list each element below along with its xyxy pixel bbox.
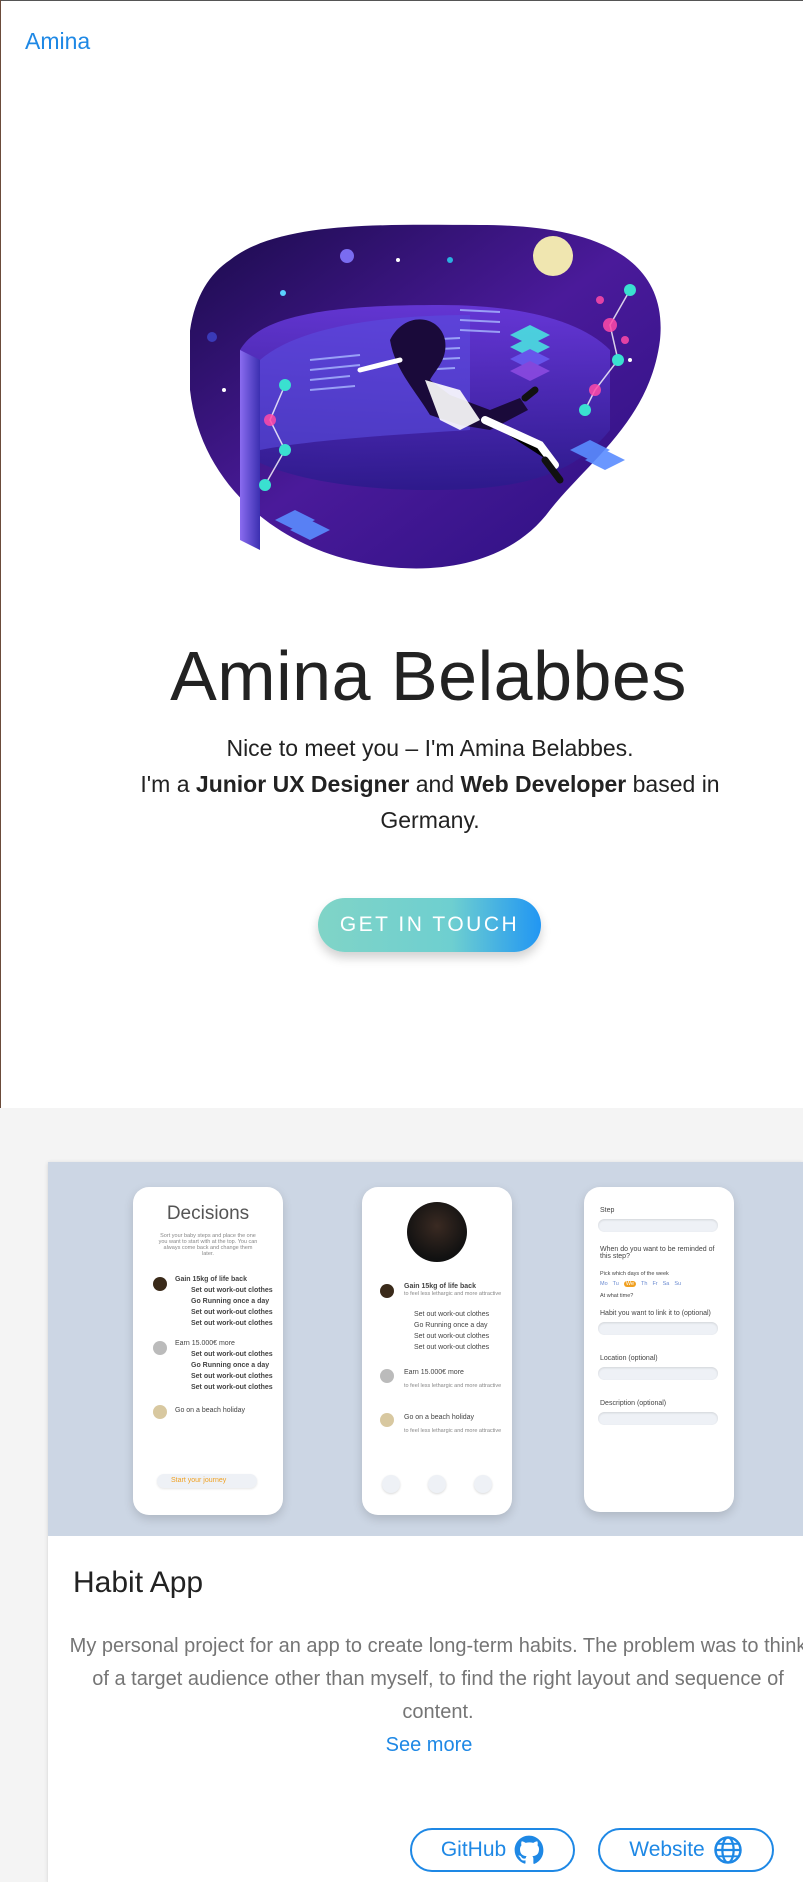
website-label: Website xyxy=(629,1838,705,1861)
menu-icon xyxy=(474,1475,492,1493)
mockup-step: Set out work-out clothes xyxy=(414,1311,490,1318)
mockup-decisions-subtitle: Sort your baby steps and place the one y… xyxy=(158,1233,258,1257)
intro-and: and xyxy=(409,771,461,797)
role-ux: Junior UX Designer xyxy=(195,771,410,797)
mockup-step: Set out work-out clothes xyxy=(191,1373,273,1380)
mockup-screen-decisions: Decisions Sort your baby steps and place… xyxy=(133,1187,283,1515)
mockup-step-label: Step xyxy=(600,1207,615,1214)
mockup-time-label: At what time? xyxy=(600,1293,634,1299)
project-card: Decisions Sort your baby steps and place… xyxy=(48,1162,803,1882)
mockup-goal-3-sub: to feel less lethargic and more attracti… xyxy=(404,1428,502,1434)
role-web: Web Developer xyxy=(460,771,627,797)
mockup-day: Tu xyxy=(612,1281,619,1287)
badge-icon xyxy=(428,1475,446,1493)
profile-photo xyxy=(407,1202,467,1262)
project-title: Habit App xyxy=(73,1566,204,1599)
mockup-step: Go Running once a day xyxy=(191,1362,270,1369)
mockup-goal-3: Go on a beach holiday xyxy=(404,1414,475,1421)
profile-icon xyxy=(382,1475,400,1493)
mockup-field xyxy=(598,1322,718,1335)
mockup-day: Su xyxy=(674,1281,682,1287)
mockup-step: Set out work-out clothes xyxy=(414,1333,490,1340)
mockup-goal-1-sub: to feel less lethargic and more attracti… xyxy=(404,1291,502,1297)
github-button[interactable]: GitHub xyxy=(410,1828,575,1872)
mockup-step: Go Running once a day xyxy=(191,1298,270,1305)
mockup-day-picker: Mo Tu We Th Fr Sa Su xyxy=(600,1281,681,1287)
mockup-step: Set out work-out clothes xyxy=(191,1384,273,1391)
mockup-start-journey-button: Start your journey xyxy=(157,1474,257,1488)
project-mockup-image[interactable]: Decisions Sort your baby steps and place… xyxy=(48,1162,803,1536)
mockup-day: Th xyxy=(641,1281,648,1287)
mockup-day: Sa xyxy=(662,1281,670,1287)
hero-illustration xyxy=(190,224,661,569)
intro-line-2: I'm a Junior UX Designer and Web Develop… xyxy=(110,766,750,838)
mockup-step: Set out work-out clothes xyxy=(191,1287,273,1294)
mockup-screen-goals: Gain 15kg of life back to feel less leth… xyxy=(362,1187,512,1515)
mockup-step: Set out work-out clothes xyxy=(414,1344,490,1351)
globe-icon xyxy=(713,1836,742,1864)
mockup-remind-label: When do you want to be reminded of this … xyxy=(600,1246,715,1260)
see-more-link[interactable]: See more xyxy=(48,1734,803,1757)
avatar xyxy=(153,1405,167,1419)
mockup-goal-2-sub: to feel less lethargic and more attracti… xyxy=(404,1383,502,1389)
intro-line-1: Nice to meet you – I'm Amina Belabbes. xyxy=(226,735,634,761)
brand-link[interactable]: Amina xyxy=(25,28,90,55)
mockup-days-label: Pick which days of the week xyxy=(600,1271,669,1277)
mockup-goal-1: Gain 15kg of life back xyxy=(404,1283,476,1290)
hero-name: Amina Belabbes xyxy=(170,637,687,715)
mockup-goal-1: Gain 15kg of life back xyxy=(175,1276,247,1283)
mockup-screen-step-form: Step When do you want to be reminded of … xyxy=(584,1187,734,1512)
mockup-step: Set out work-out clothes xyxy=(191,1320,273,1327)
mockup-field xyxy=(598,1367,718,1380)
github-icon xyxy=(514,1835,544,1864)
mockup-location-label: Location (optional) xyxy=(600,1355,658,1362)
mockup-field xyxy=(598,1219,718,1232)
avatar xyxy=(153,1277,167,1291)
mockup-goal-2: Earn 15.000€ more xyxy=(175,1340,235,1347)
avatar xyxy=(153,1341,167,1355)
mockup-step: Set out work-out clothes xyxy=(191,1309,273,1316)
get-in-touch-button[interactable]: GET IN TOUCH xyxy=(318,898,541,952)
window-top-border xyxy=(0,0,803,1)
mockup-habit-label: Habit you want to link it to (optional) xyxy=(600,1310,711,1317)
project-description: My personal project for an app to create… xyxy=(69,1635,803,1723)
mockup-step: Go Running once a day xyxy=(414,1322,488,1329)
avatar xyxy=(380,1369,394,1383)
mockup-step: Set out work-out clothes xyxy=(191,1351,273,1358)
website-button[interactable]: Website xyxy=(598,1828,774,1872)
mockup-day: We xyxy=(623,1281,637,1287)
mockup-goal-2: Earn 15.000€ more xyxy=(404,1369,464,1376)
mockup-field xyxy=(598,1412,718,1425)
mockup-decisions-title: Decisions xyxy=(166,1203,250,1224)
mockup-day: Fr xyxy=(652,1281,658,1287)
github-label: GitHub xyxy=(440,1838,507,1861)
mockup-goal-3: Go on a beach holiday xyxy=(175,1407,246,1414)
mockup-description-label: Description (optional) xyxy=(600,1400,667,1407)
intro-prefix: I'm a xyxy=(140,771,196,797)
avatar xyxy=(380,1413,394,1427)
hero-intro: Nice to meet you – I'm Amina Belabbes. I… xyxy=(110,730,750,838)
avatar xyxy=(380,1284,394,1298)
mockup-day: Mo xyxy=(600,1281,608,1287)
